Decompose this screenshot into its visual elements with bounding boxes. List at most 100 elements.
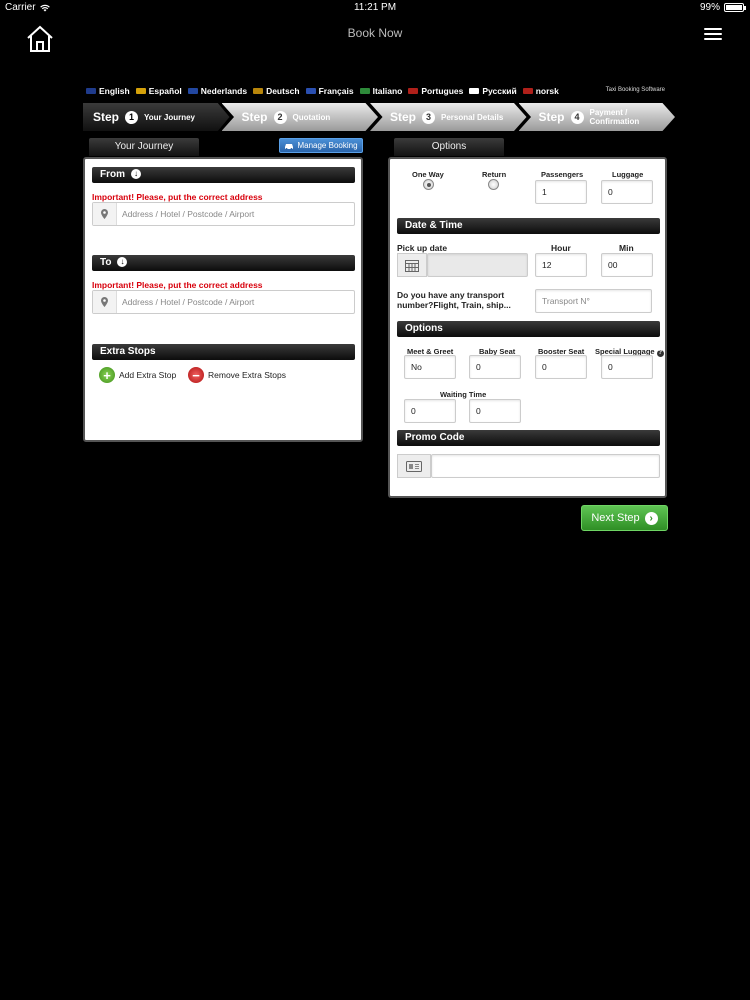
minus-icon: − xyxy=(188,367,204,383)
language-label: English xyxy=(99,86,130,96)
luggage-input[interactable]: 0 xyxy=(601,180,653,204)
step-label: Payment / Confirmation xyxy=(589,108,640,126)
hour-label: Hour xyxy=(551,243,571,253)
language-label: Français xyxy=(318,86,354,96)
next-step-label: Next Step xyxy=(591,512,640,524)
step-number: 4 xyxy=(570,110,584,124)
map-pin-icon xyxy=(93,203,117,225)
baby-seat-select[interactable]: 0 xyxy=(469,355,521,379)
special-luggage-select[interactable]: 0 xyxy=(601,355,653,379)
flag-icon xyxy=(253,88,264,94)
flag-icon xyxy=(187,88,198,94)
help-icon[interactable]: ? xyxy=(656,349,664,357)
from-header: From ↓ xyxy=(92,167,355,183)
flag-icon xyxy=(469,88,480,94)
language-option-4[interactable]: Français xyxy=(305,86,354,96)
language-label: Español xyxy=(148,86,182,96)
from-warning: Important! Please, put the correct addre… xyxy=(92,192,263,202)
passengers-label: Passengers xyxy=(541,170,584,179)
step-word: Step xyxy=(241,110,268,124)
language-label: Русский xyxy=(482,86,517,96)
waiting-minutes-select[interactable]: 0 xyxy=(469,399,521,423)
flag-icon xyxy=(359,88,370,94)
car-icon xyxy=(285,143,294,150)
remove-extra-stops-label: Remove Extra Stops xyxy=(208,370,286,380)
meet-greet-select[interactable]: No xyxy=(404,355,456,379)
promo-code-header: Promo Code xyxy=(397,430,660,446)
step-1: Step 1 Your Journey xyxy=(83,103,230,131)
to-label: To xyxy=(100,257,112,268)
map-pin-icon xyxy=(93,291,117,313)
language-label: norsk xyxy=(535,86,559,96)
booster-seat-select[interactable]: 0 xyxy=(535,355,587,379)
language-option-6[interactable]: Portugues xyxy=(408,86,463,96)
remove-extra-stops-button[interactable]: − Remove Extra Stops xyxy=(188,367,286,383)
passengers-input[interactable]: 1 xyxy=(535,180,587,204)
to-address-placeholder: Address / Hotel / Postcode / Airport xyxy=(122,297,255,307)
powered-by: Taxi Booking Software xyxy=(605,87,665,93)
menu-icon[interactable] xyxy=(704,28,722,42)
one-way-label: One Way xyxy=(412,170,444,179)
language-option-0[interactable]: English xyxy=(86,86,130,96)
one-way-radio[interactable] xyxy=(423,179,434,190)
flag-icon xyxy=(135,88,146,94)
step-label: Your Journey xyxy=(144,112,195,122)
step-number: 3 xyxy=(422,110,436,124)
add-extra-stop-label: Add Extra Stop xyxy=(119,370,177,380)
manage-booking-button[interactable]: Manage Booking xyxy=(279,138,363,153)
return-label: Return xyxy=(482,170,507,179)
transport-number-input[interactable]: Transport N° xyxy=(535,289,652,313)
options-panel: One Way Return Passengers 1 Luggage 0 Da… xyxy=(388,157,667,498)
nav-bar: Book Now xyxy=(0,16,750,56)
hour-input[interactable]: 12 xyxy=(535,253,587,277)
promo-code-input[interactable] xyxy=(431,454,660,478)
manage-booking-label: Manage Booking xyxy=(297,141,358,150)
ticket-icon xyxy=(397,454,431,478)
add-extra-stop-button[interactable]: + Add Extra Stop xyxy=(99,367,176,383)
pickup-date-label: Pick up date xyxy=(397,243,448,253)
flag-icon xyxy=(522,88,533,94)
language-option-5[interactable]: Italiano xyxy=(359,86,403,96)
language-option-1[interactable]: Español xyxy=(135,86,182,96)
tab-your-journey: Your Journey xyxy=(89,138,199,156)
date-time-header: Date & Time xyxy=(397,218,660,234)
calendar-icon[interactable] xyxy=(397,253,427,277)
waiting-time-label: Waiting Time xyxy=(440,390,487,399)
language-option-7[interactable]: Русский xyxy=(469,86,517,96)
arrow-down-icon: ↓ xyxy=(117,257,128,268)
battery-percent: 99% xyxy=(699,2,720,13)
min-input[interactable]: 00 xyxy=(601,253,653,277)
next-step-button[interactable]: Next Step › xyxy=(581,505,668,531)
flag-icon xyxy=(86,88,96,94)
status-bar: Carrier 11:21 PM 99% xyxy=(0,0,750,16)
language-label: Portugues xyxy=(421,86,464,96)
page-title: Book Now xyxy=(347,26,403,40)
journey-panel: From ↓ Important! Please, put the correct… xyxy=(83,157,363,442)
to-warning: Important! Please, put the correct addre… xyxy=(92,280,263,290)
waiting-hours-select[interactable]: 0 xyxy=(404,399,456,423)
to-address-input[interactable]: Address / Hotel / Postcode / Airport xyxy=(92,290,355,314)
step-word: Step xyxy=(538,110,565,124)
language-option-8[interactable]: norsk xyxy=(522,86,559,96)
plus-icon: + xyxy=(99,367,115,383)
from-address-input[interactable]: Address / Hotel / Postcode / Airport xyxy=(92,202,355,226)
language-label: Italiano xyxy=(372,86,403,96)
language-label: Nederlands xyxy=(200,86,248,96)
luggage-label: Luggage xyxy=(612,170,644,179)
tab-options: Options xyxy=(394,138,504,156)
step-label: Quotation xyxy=(292,112,331,122)
language-option-2[interactable]: Nederlands xyxy=(187,86,248,96)
battery-icon xyxy=(724,3,746,12)
step-label: Personal Details xyxy=(441,112,504,122)
clock: 11:21 PM xyxy=(353,2,397,13)
from-address-placeholder: Address / Hotel / Postcode / Airport xyxy=(122,209,255,219)
step-word: Step xyxy=(93,110,120,124)
to-header: To ↓ xyxy=(92,255,355,271)
arrow-right-icon: › xyxy=(644,511,658,525)
step-3: Step 3 Personal Details xyxy=(370,103,527,131)
language-selector: English Español Nederlands Deutsch Français I… xyxy=(86,86,559,96)
arrow-down-icon: ↓ xyxy=(131,169,141,180)
pickup-date-input[interactable] xyxy=(427,253,528,277)
language-option-3[interactable]: Deutsch xyxy=(253,86,300,96)
return-radio[interactable] xyxy=(488,179,499,190)
